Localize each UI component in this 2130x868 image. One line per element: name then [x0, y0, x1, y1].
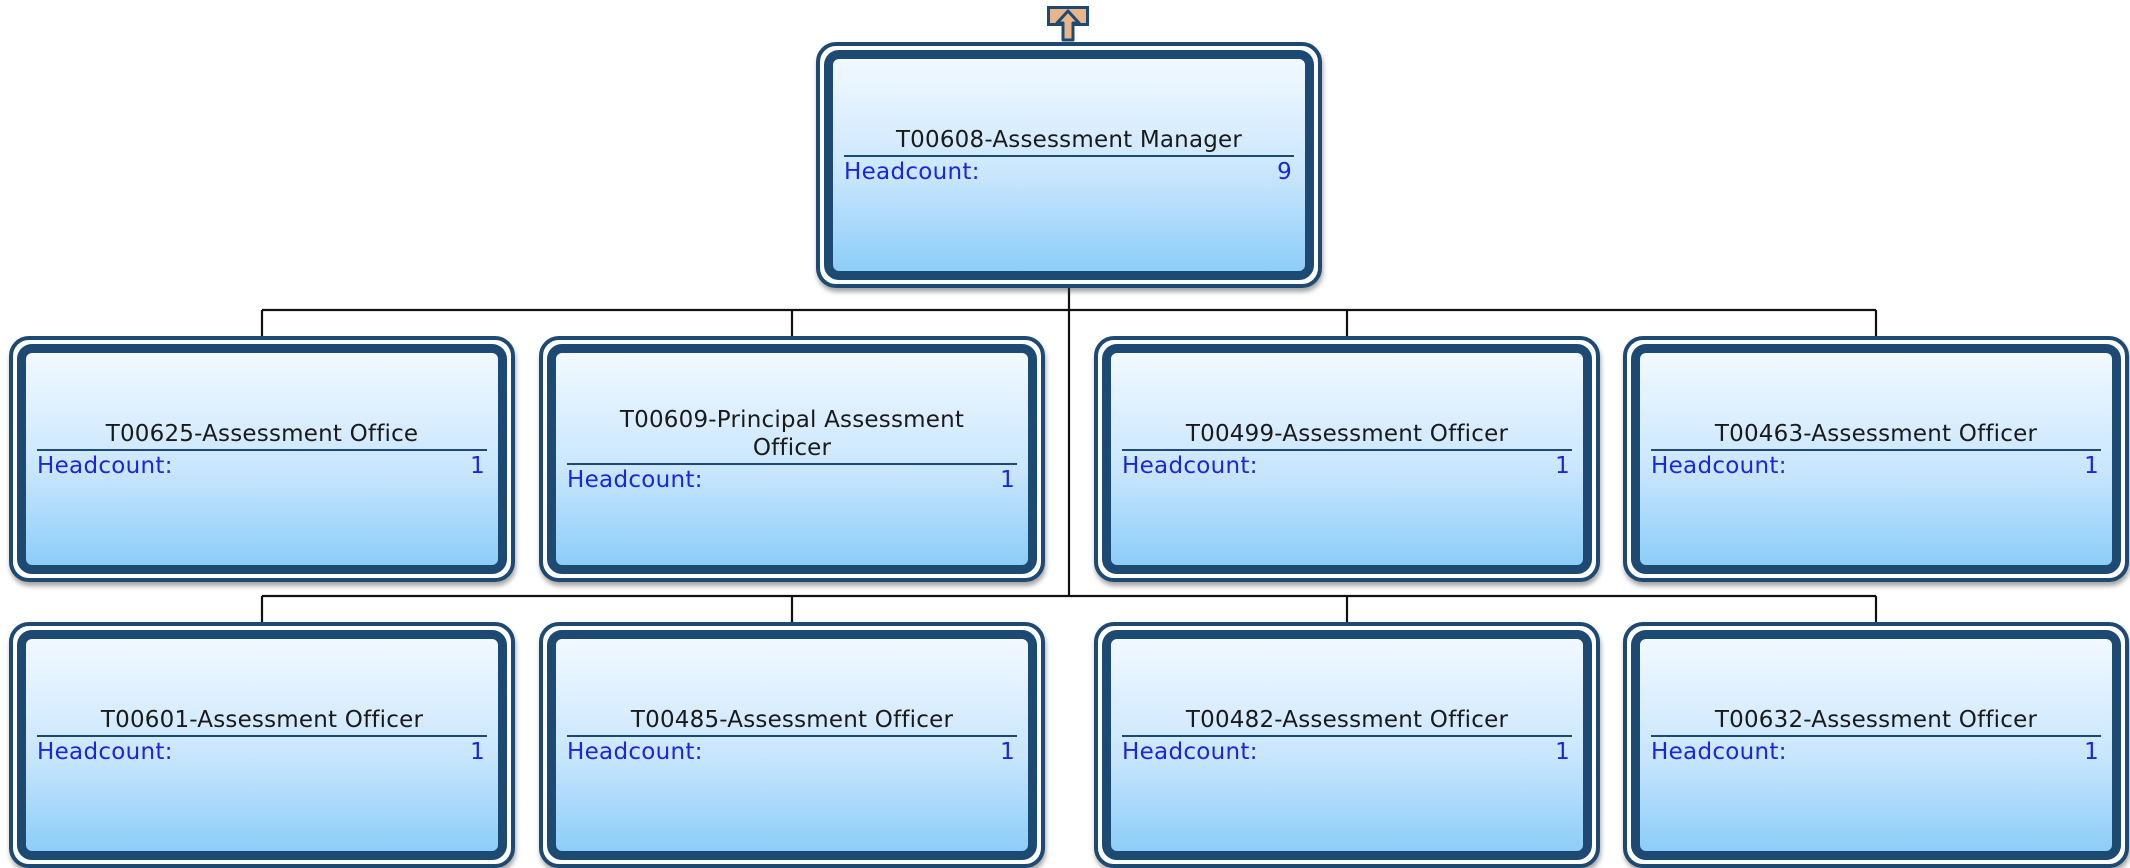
headcount-row: Headcount: 1 — [567, 465, 1017, 495]
org-node[interactable]: T00609-Principal Assessment Officer Head… — [539, 336, 1045, 582]
org-node-body: T00485-Assessment Officer Headcount: 1 — [547, 630, 1037, 860]
node-title: T00463-Assessment Officer — [1651, 420, 2101, 451]
headcount-row: Headcount: 1 — [37, 451, 487, 481]
headcount-value: 1 — [1000, 738, 1015, 765]
org-node[interactable]: T00482-Assessment Officer Headcount: 1 — [1094, 622, 1600, 868]
org-node-root[interactable]: T00608-Assessment Manager Headcount: 9 — [816, 42, 1322, 288]
org-node-body: T00499-Assessment Officer Headcount: 1 — [1102, 344, 1592, 574]
headcount-label: Headcount: — [567, 738, 703, 765]
arrow-up-icon — [1047, 6, 1089, 42]
headcount-label: Headcount: — [567, 466, 703, 493]
headcount-value: 9 — [1277, 158, 1292, 185]
org-node[interactable]: T00632-Assessment Officer Headcount: 1 — [1623, 622, 2129, 868]
headcount-value: 1 — [1000, 466, 1015, 493]
org-node-body: T00625-Assessment Office Headcount: 1 — [17, 344, 507, 574]
node-title: T00601-Assessment Officer — [37, 706, 487, 737]
headcount-label: Headcount: — [37, 738, 173, 765]
headcount-row: Headcount: 1 — [1651, 451, 2101, 481]
headcount-label: Headcount: — [1122, 738, 1258, 765]
org-node-body: T00632-Assessment Officer Headcount: 1 — [1631, 630, 2121, 860]
headcount-label: Headcount: — [37, 452, 173, 479]
node-title: T00608-Assessment Manager — [844, 126, 1294, 157]
headcount-row: Headcount: 1 — [567, 737, 1017, 767]
headcount-label: Headcount: — [1651, 738, 1787, 765]
navigate-up-button[interactable] — [1047, 6, 1089, 42]
headcount-label: Headcount: — [1651, 452, 1787, 479]
org-node-body: T00601-Assessment Officer Headcount: 1 — [17, 630, 507, 860]
headcount-value: 1 — [1555, 738, 1570, 765]
org-node-body: T00608-Assessment Manager Headcount: 9 — [824, 50, 1314, 280]
headcount-value: 1 — [470, 452, 485, 479]
org-node[interactable]: T00601-Assessment Officer Headcount: 1 — [9, 622, 515, 868]
headcount-value: 1 — [470, 738, 485, 765]
node-title: T00499-Assessment Officer — [1122, 420, 1572, 451]
org-node[interactable]: T00463-Assessment Officer Headcount: 1 — [1623, 336, 2129, 582]
headcount-row: Headcount: 1 — [1122, 451, 1572, 481]
node-title: T00625-Assessment Office — [37, 420, 487, 451]
org-node-body: T00482-Assessment Officer Headcount: 1 — [1102, 630, 1592, 860]
node-title: T00485-Assessment Officer — [567, 706, 1017, 737]
headcount-row: Headcount: 1 — [37, 737, 487, 767]
headcount-row: Headcount: 1 — [1122, 737, 1572, 767]
headcount-row: Headcount: 9 — [844, 157, 1294, 187]
headcount-label: Headcount: — [844, 158, 980, 185]
node-title: T00632-Assessment Officer — [1651, 706, 2101, 737]
org-node-body: T00609-Principal Assessment Officer Head… — [547, 344, 1037, 574]
org-node[interactable]: T00499-Assessment Officer Headcount: 1 — [1094, 336, 1600, 582]
headcount-value: 1 — [2084, 738, 2099, 765]
org-node[interactable]: T00625-Assessment Office Headcount: 1 — [9, 336, 515, 582]
headcount-value: 1 — [1555, 452, 1570, 479]
org-node[interactable]: T00485-Assessment Officer Headcount: 1 — [539, 622, 1045, 868]
node-title: T00609-Principal Assessment Officer — [567, 406, 1017, 465]
node-title: T00482-Assessment Officer — [1122, 706, 1572, 737]
org-node-body: T00463-Assessment Officer Headcount: 1 — [1631, 344, 2121, 574]
headcount-value: 1 — [2084, 452, 2099, 479]
org-chart-canvas: T00608-Assessment Manager Headcount: 9 T… — [0, 0, 2130, 868]
headcount-label: Headcount: — [1122, 452, 1258, 479]
headcount-row: Headcount: 1 — [1651, 737, 2101, 767]
